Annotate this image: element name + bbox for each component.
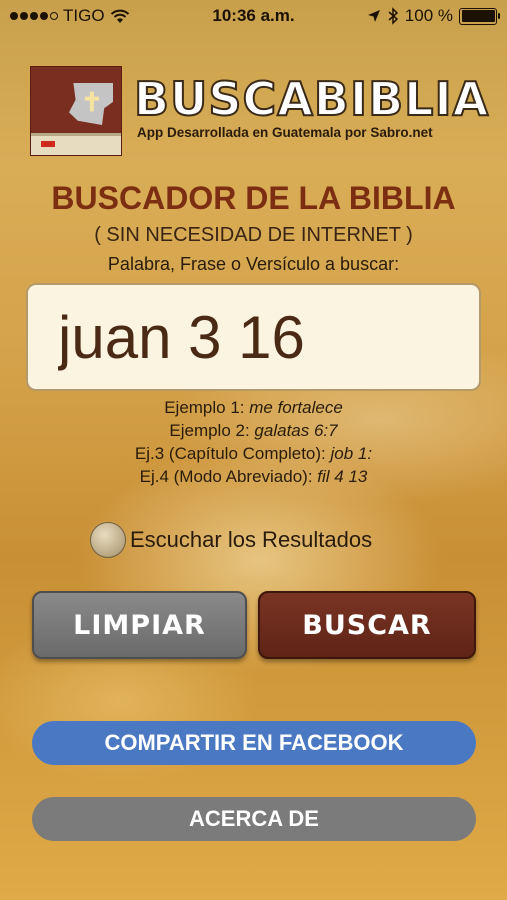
battery-percent: 100 % [404,6,453,25]
listen-results-option[interactable]: Escuchar los Resultados [90,522,372,558]
app-logo: ✝ [30,66,122,156]
page-title: BUSCADOR DE LA BIBLIA [51,180,456,216]
battery-icon [459,7,500,25]
search-input[interactable] [26,283,481,391]
search-button[interactable]: BUSCAR [258,591,476,659]
status-left: TIGO [10,6,130,26]
example-item: Ej.4 (Modo Abreviado): fil 4 13 [139,467,368,486]
page-subtitle: ( SIN NECESIDAD DE INTERNET ) [94,224,413,246]
listen-radio[interactable] [90,522,126,558]
share-facebook-button[interactable]: COMPARTIR EN FACEBOOK [32,721,476,765]
example-item: Ejemplo 1: me fortalece [164,398,343,417]
cross-icon: ✝ [81,87,103,117]
signal-dots-icon [10,12,58,20]
status-bar: TIGO 10:36 a.m. 100 % [0,0,507,32]
example-item: Ejemplo 2: galatas 6:7 [169,421,338,440]
app-title: BUSCABIBLIA [133,71,490,127]
examples-list: Ejemplo 1: me fortalece Ejemplo 2: galat… [0,396,507,488]
bluetooth-icon [388,7,398,25]
clear-button[interactable]: LIMPIAR [32,591,247,659]
about-button[interactable]: ACERCA DE [32,797,476,841]
wifi-icon [110,9,129,23]
example-item: Ej.3 (Capítulo Completo): job 1: [134,444,373,463]
carrier-label: TIGO [63,6,105,25]
status-right: 100 % [367,6,500,26]
location-arrow-icon [367,10,380,22]
search-label: Palabra, Frase o Versículo a buscar: [107,254,400,274]
bookmark-icon [41,141,55,147]
battery-fill [461,10,495,22]
app-subtitle: App Desarrollada en Guatemala por Sabro.… [137,125,433,140]
listen-label: Escuchar los Resultados [130,527,373,552]
